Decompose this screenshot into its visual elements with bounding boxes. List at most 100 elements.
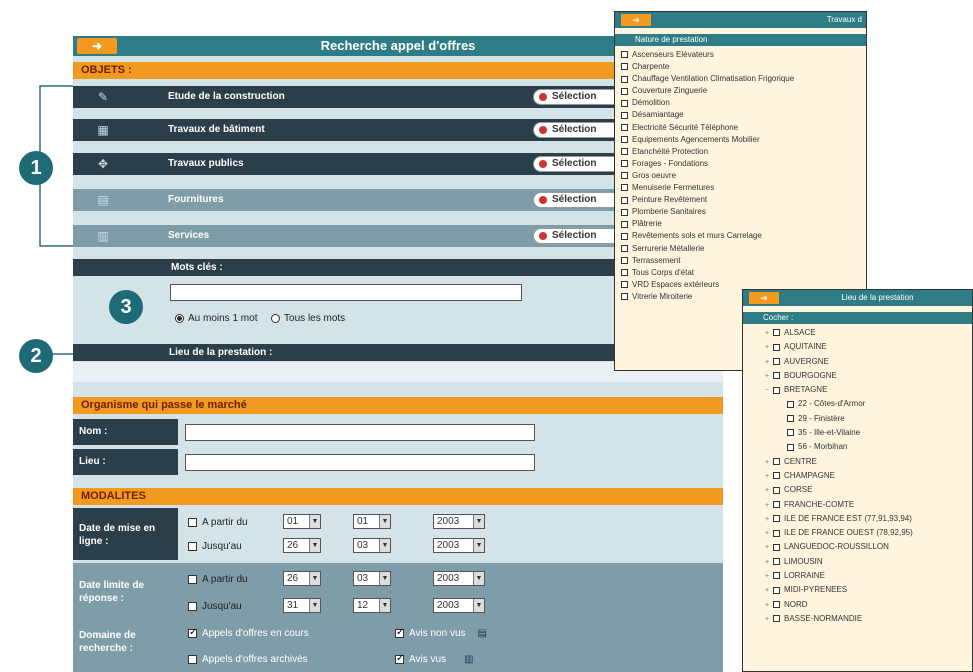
current-tenders-checkbox[interactable] <box>188 627 197 638</box>
year-select[interactable]: 2003 ▼ <box>433 538 485 553</box>
region-checkbox[interactable] <box>773 386 780 394</box>
expand-icon[interactable]: + <box>765 584 773 598</box>
day-select[interactable]: 26 ▼ <box>283 571 321 586</box>
nature-item[interactable]: Tous Corps d'état <box>615 267 866 279</box>
nature-item[interactable]: Electricité Sécurité Téléphone <box>615 122 866 134</box>
region-item[interactable]: + LORRAINE <box>765 569 972 583</box>
nature-item[interactable]: Serrurerie Métallerie <box>615 243 866 255</box>
lieu-input[interactable] <box>185 454 535 471</box>
nature-checkbox[interactable] <box>621 75 628 83</box>
nature-item[interactable]: Revêtements sols et murs Carrelage <box>615 230 866 242</box>
popup-arrow-button[interactable]: ➜ <box>621 14 651 26</box>
expand-icon[interactable]: + <box>765 327 773 341</box>
region-checkbox[interactable] <box>773 586 780 594</box>
day-select[interactable]: 01 ▼ <box>283 514 321 529</box>
region-item[interactable]: + ILE DE FRANCE EST (77,91,93,94) <box>765 512 972 526</box>
region-checkbox[interactable] <box>773 472 780 480</box>
region-checkbox[interactable] <box>773 601 780 609</box>
nature-checkbox[interactable] <box>621 63 628 71</box>
popup-arrow-button[interactable]: ➜ <box>749 292 779 304</box>
region-checkbox[interactable] <box>773 500 780 508</box>
nature-item[interactable]: Charpente <box>615 61 866 73</box>
back-arrow-button[interactable]: ➜ <box>77 38 117 54</box>
region-checkbox[interactable] <box>773 458 780 466</box>
keywords-input[interactable] <box>170 284 522 301</box>
nature-checkbox[interactable] <box>621 184 628 192</box>
nature-item[interactable]: Démolition <box>615 97 866 109</box>
nature-checkbox[interactable] <box>621 220 628 228</box>
nature-checkbox[interactable] <box>621 172 628 180</box>
region-item[interactable]: + FRANCHE-COMTE <box>765 498 972 512</box>
nature-checkbox[interactable] <box>621 281 628 289</box>
nature-item[interactable]: Désamiantage <box>615 109 866 121</box>
region-checkbox[interactable] <box>773 343 780 351</box>
region-checkbox[interactable] <box>773 543 780 551</box>
region-item[interactable]: + CORSE <box>765 483 972 497</box>
region-item[interactable]: + LIMOUSIN <box>765 555 972 569</box>
region-item[interactable]: + CENTRE <box>765 455 972 469</box>
region-item[interactable]: + MIDI-PYRENEES <box>765 583 972 597</box>
region-item[interactable]: + BOURGOGNE <box>765 369 972 383</box>
month-select[interactable]: 01 ▼ <box>353 514 391 529</box>
region-item[interactable]: + LANGUEDOC-ROUSSILLON <box>765 540 972 554</box>
month-select[interactable]: 03 ▼ <box>353 571 391 586</box>
to-date-checkbox[interactable] <box>188 541 197 551</box>
unseen-notices-checkbox[interactable] <box>395 627 404 638</box>
nature-checkbox[interactable] <box>621 148 628 156</box>
region-item[interactable]: + CHAMPAGNE <box>765 469 972 483</box>
expand-icon[interactable]: + <box>765 499 773 513</box>
region-item[interactable]: + NORD <box>765 598 972 612</box>
nature-item[interactable]: Forages - Fondations <box>615 158 866 170</box>
nature-checkbox[interactable] <box>621 99 628 107</box>
from-date-checkbox[interactable] <box>188 517 197 527</box>
expand-icon[interactable]: + <box>765 613 773 627</box>
to-limit-checkbox[interactable] <box>188 601 197 611</box>
region-checkbox[interactable] <box>773 558 780 566</box>
nature-item[interactable]: Gros oeuvre <box>615 170 866 182</box>
region-checkbox[interactable] <box>773 372 780 380</box>
nature-checkbox[interactable] <box>621 196 628 204</box>
nature-item[interactable]: Equipements Agencements Mobilier <box>615 134 866 146</box>
expand-icon[interactable]: + <box>765 556 773 570</box>
region-checkbox[interactable] <box>773 486 780 494</box>
expand-icon[interactable]: + <box>765 570 773 584</box>
nature-item[interactable]: Peinture Revêtement <box>615 194 866 206</box>
region-checkbox[interactable] <box>787 443 794 451</box>
expand-icon[interactable]: + <box>765 541 773 555</box>
region-checkbox[interactable] <box>773 615 780 623</box>
department-item[interactable]: 22 - Côtes-d'Armor <box>765 397 972 411</box>
nature-checkbox[interactable] <box>621 244 628 252</box>
region-checkbox[interactable] <box>773 572 780 580</box>
nature-item[interactable]: Menuiserie Fermetures <box>615 182 866 194</box>
region-item[interactable]: − BRETAGNE <box>765 383 972 397</box>
radio-all-words[interactable] <box>271 313 281 323</box>
expand-icon[interactable]: + <box>765 456 773 470</box>
day-select[interactable]: 31 ▼ <box>283 598 321 613</box>
expand-icon[interactable]: + <box>765 341 773 355</box>
region-checkbox[interactable] <box>773 529 780 537</box>
department-item[interactable]: 56 - Morbihan <box>765 440 972 454</box>
expand-icon[interactable]: + <box>765 370 773 384</box>
nature-checkbox[interactable] <box>621 160 628 168</box>
nature-item[interactable]: Couverture Zinguerie <box>615 85 866 97</box>
nature-item[interactable]: Plomberie Sanitaires <box>615 206 866 218</box>
from-limit-checkbox[interactable] <box>188 574 197 584</box>
nature-checkbox[interactable] <box>621 136 628 144</box>
nature-checkbox[interactable] <box>621 51 628 59</box>
expand-icon[interactable]: + <box>765 513 773 527</box>
region-checkbox[interactable] <box>787 429 794 437</box>
nature-checkbox[interactable] <box>621 232 628 240</box>
nature-item[interactable]: Plâtrerie <box>615 218 866 230</box>
nature-checkbox[interactable] <box>621 293 628 301</box>
region-item[interactable]: + AQUITAINE <box>765 340 972 354</box>
region-checkbox[interactable] <box>773 357 780 365</box>
region-checkbox[interactable] <box>787 400 794 408</box>
region-item[interactable]: + ILE DE FRANCE OUEST (78,92,95) <box>765 526 972 540</box>
nature-checkbox[interactable] <box>621 87 628 95</box>
nature-item[interactable]: Terrassement <box>615 255 866 267</box>
month-select[interactable]: 12 ▼ <box>353 598 391 613</box>
nature-checkbox[interactable] <box>621 269 628 277</box>
expand-icon[interactable]: + <box>765 484 773 498</box>
region-checkbox[interactable] <box>787 415 794 423</box>
seen-notices-checkbox[interactable] <box>395 653 404 664</box>
